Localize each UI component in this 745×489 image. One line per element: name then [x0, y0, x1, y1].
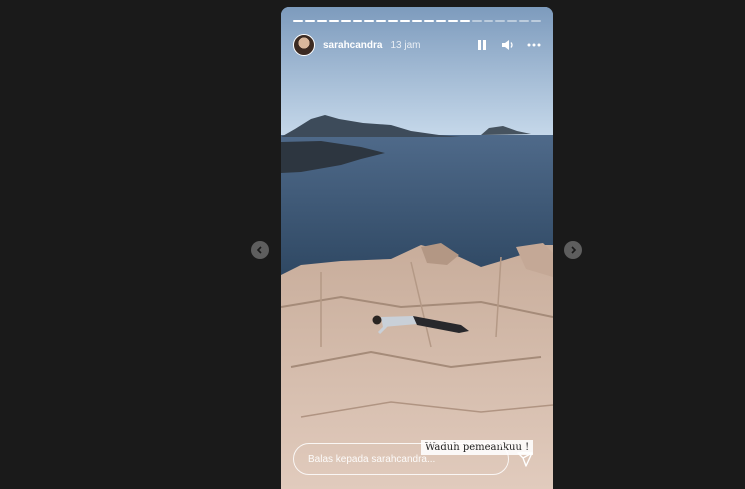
story-header: sarahcandra 13 jam	[293, 33, 541, 57]
send-icon	[517, 452, 533, 467]
progress-segment	[388, 20, 399, 22]
progress-segment	[364, 20, 375, 22]
progress-segment	[304, 20, 315, 22]
progress-segment	[495, 20, 506, 22]
reply-input[interactable]	[293, 443, 509, 475]
chevron-left-icon	[256, 246, 262, 254]
progress-segment	[471, 20, 482, 22]
progress-segment	[435, 20, 446, 22]
next-story-button[interactable]	[564, 241, 582, 259]
progress-segment	[507, 20, 518, 22]
story-progress-bar	[293, 20, 542, 22]
progress-segment	[400, 20, 411, 22]
username[interactable]: sarahcandra	[323, 40, 382, 51]
progress-segment	[483, 20, 494, 22]
story-viewer[interactable]: sarahcandra 13 jam Waduh pemeankuu ! Bal…	[281, 7, 553, 489]
more-horizontal-icon	[527, 43, 541, 47]
speaker-icon	[502, 40, 513, 50]
progress-segment	[412, 20, 422, 22]
previous-story-button[interactable]	[251, 241, 269, 259]
progress-segment	[459, 20, 470, 22]
progress-segment	[352, 20, 363, 22]
progress-segment	[340, 20, 351, 22]
story-photo	[281, 7, 553, 489]
post-time: 13 jam	[390, 39, 421, 51]
progress-segment	[519, 20, 530, 22]
progress-segment	[316, 20, 327, 22]
pause-button[interactable]	[475, 38, 489, 52]
progress-segment	[328, 20, 339, 22]
more-options-button[interactable]	[527, 38, 541, 52]
progress-segment	[293, 20, 303, 22]
chevron-right-icon	[571, 246, 577, 254]
progress-segment	[531, 20, 542, 22]
progress-segment	[447, 20, 458, 22]
send-button[interactable]	[517, 451, 533, 467]
progress-segment	[423, 20, 434, 22]
pause-icon	[478, 40, 486, 50]
progress-segment	[376, 20, 387, 22]
sound-button[interactable]	[501, 38, 515, 52]
avatar[interactable]	[293, 34, 315, 56]
